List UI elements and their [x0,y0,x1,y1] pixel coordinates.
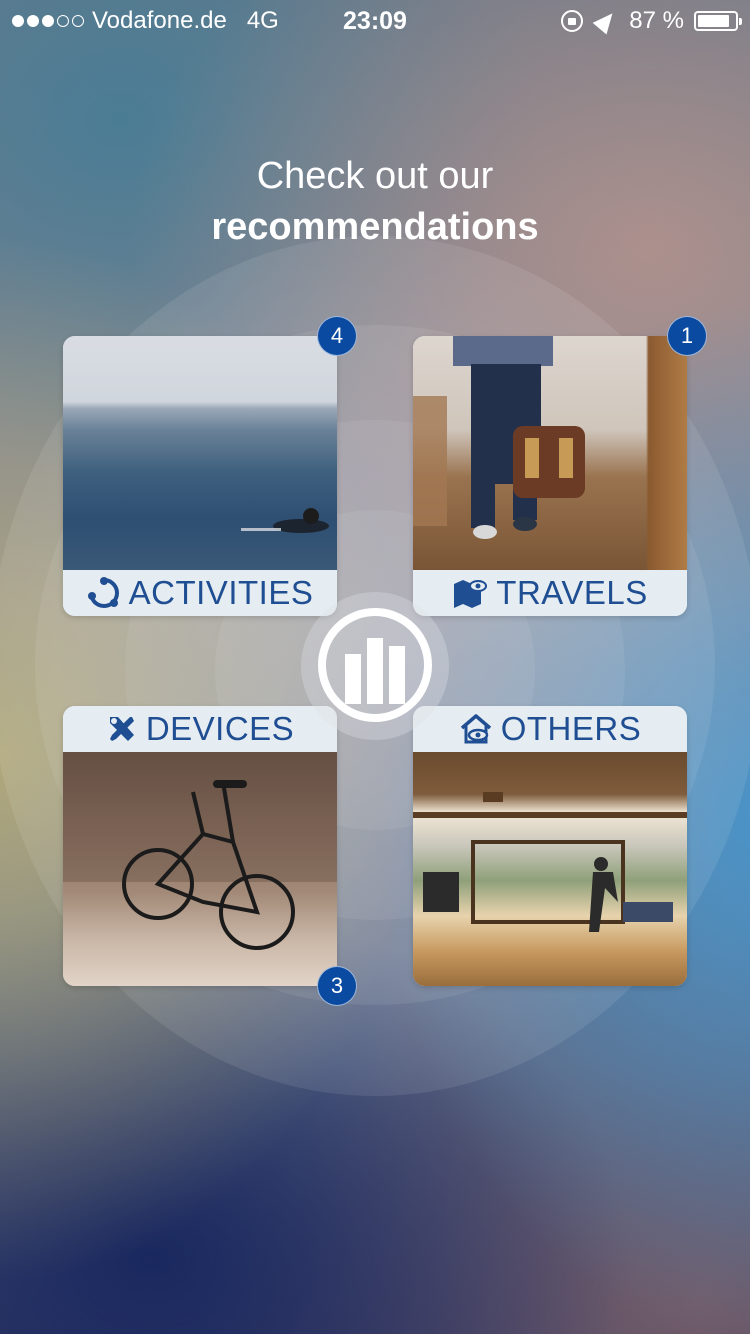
devices-label: DEVICES [63,706,337,752]
activities-icon [87,577,119,608]
devices-tile[interactable]: DEVICES [63,706,337,986]
tools-icon [109,717,134,741]
travels-label-text: TRAVELS [496,574,648,611]
allianz-logo-icon [318,608,432,722]
others-label: OTHERS [413,706,687,752]
activities-count-badge: 4 [317,316,357,356]
travels-photo [413,336,687,570]
battery-icon [694,11,742,31]
home-eye-icon [460,714,491,744]
page-title: Check out our recommendations [0,152,750,254]
others-label-text: OTHERS [500,710,642,747]
title-line-2: recommendations [211,206,539,248]
room-figure [413,792,687,932]
activities-label: ACTIVITIES [63,570,337,616]
title-line-1: Check out our [256,155,494,197]
travels-count-badge: 1 [667,316,707,356]
status-bar: Vodafone.de 4G 23:09 87 % [0,0,750,40]
orientation-lock-icon [561,10,584,32]
others-photo [413,752,687,986]
travel-map-icon [454,580,488,608]
others-tile[interactable]: OTHERS [413,706,687,986]
battery-percent: 87 % [629,7,684,34]
devices-photo [63,752,337,986]
traveler-figure [413,336,585,539]
surfer-figure [241,508,329,533]
bicycle-figure [63,752,337,950]
activities-photo [63,336,337,570]
location-arrow-icon [592,7,620,35]
devices-count-badge: 3 [317,966,357,1006]
center-logo-button[interactable] [301,592,449,740]
travels-tile[interactable]: TRAVELS [413,336,687,616]
activities-tile[interactable]: ACTIVITIES [63,336,337,616]
travels-label: TRAVELS [413,570,687,616]
activities-label-text: ACTIVITIES [128,574,314,611]
devices-label-text: DEVICES [145,710,295,747]
